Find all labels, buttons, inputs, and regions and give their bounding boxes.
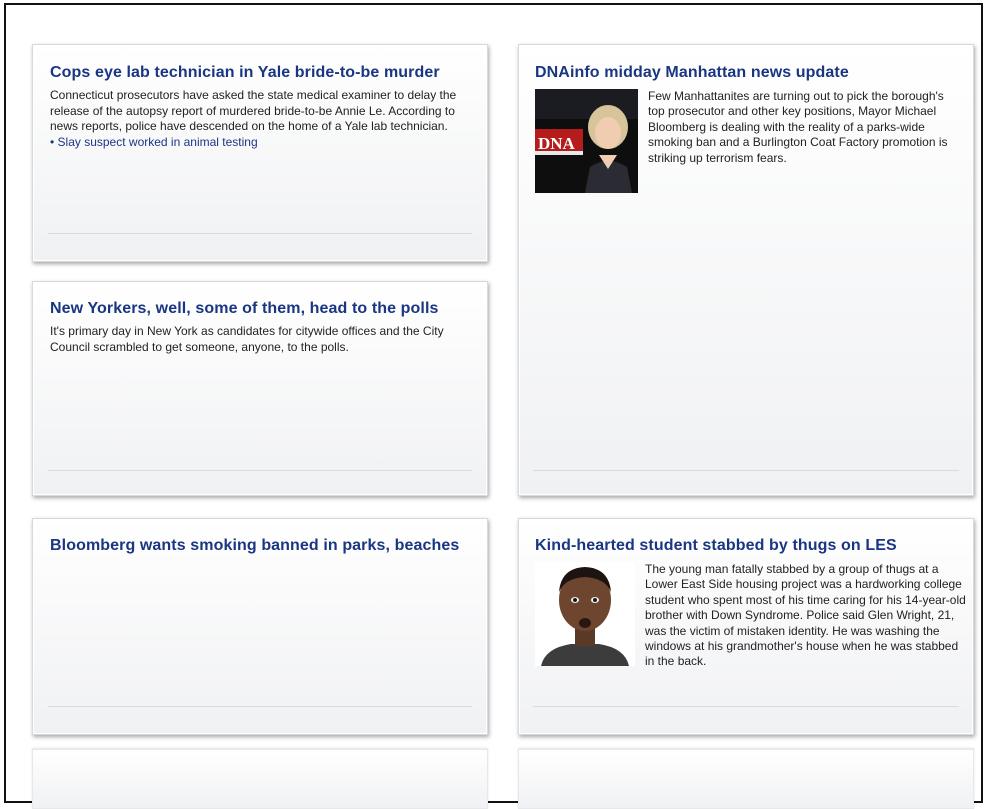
video-thumbnail[interactable]: DNA [535, 89, 638, 193]
news-card-primary-day: New Yorkers, well, some of them, head to… [32, 281, 488, 496]
news-anchor-image: DNA [535, 89, 638, 193]
page-frame: Cops eye lab technician in Yale bride-to… [4, 3, 983, 809]
news-card-dnainfo-update: DNAinfo midday Manhattan news update DNA [518, 44, 974, 496]
headline-link[interactable]: Cops eye lab technician in Yale bride-to… [50, 61, 470, 85]
article-summary: It's primary day in New York as candidat… [50, 324, 444, 354]
card-content: Cops eye lab technician in Yale bride-to… [50, 61, 470, 150]
news-card-yale-murder: Cops eye lab technician in Yale bride-to… [32, 44, 488, 262]
card-divider [48, 706, 472, 707]
headline-link[interactable]: Kind-hearted student stabbed by thugs on… [535, 534, 967, 558]
headline-link[interactable]: DNAinfo midday Manhattan news update [535, 61, 963, 85]
thumb-logo-text: DNA [538, 134, 576, 153]
card-divider [533, 706, 959, 707]
news-card-partial-right [518, 749, 974, 809]
card-divider [48, 470, 472, 471]
portrait-image [535, 562, 635, 666]
news-card-les-stabbing: Kind-hearted student stabbed by thugs on… [518, 518, 974, 735]
card-content: DNAinfo midday Manhattan news update DNA [535, 61, 963, 193]
headline-link[interactable]: Bloomberg wants smoking banned in parks,… [50, 534, 470, 558]
news-card-partial-left [32, 749, 488, 809]
headline-link[interactable]: New Yorkers, well, some of them, head to… [50, 297, 475, 321]
card-content: Kind-hearted student stabbed by thugs on… [535, 534, 967, 702]
card-content: Bloomberg wants smoking banned in parks,… [50, 534, 470, 558]
card-content: New Yorkers, well, some of them, head to… [50, 297, 475, 355]
news-card-smoking-ban: Bloomberg wants smoking banned in parks,… [32, 518, 488, 735]
card-divider [48, 233, 472, 234]
victim-photo[interactable] [535, 562, 635, 666]
article-summary: Connecticut prosecutors have asked the s… [50, 88, 457, 133]
card-divider [533, 470, 959, 471]
related-story-link[interactable]: • Slay suspect worked in animal testing [50, 135, 470, 151]
